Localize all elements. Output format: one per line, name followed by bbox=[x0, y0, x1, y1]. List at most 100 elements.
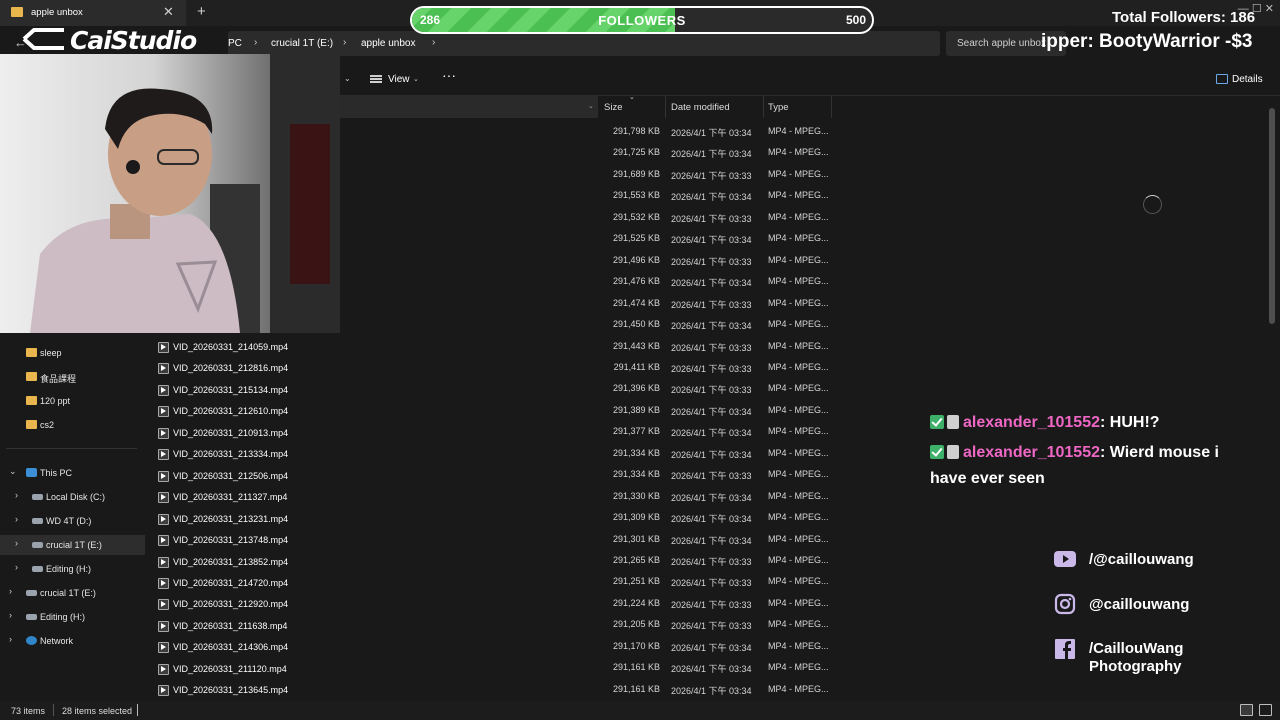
breadcrumb-drive[interactable]: crucial 1T (E:) bbox=[271, 38, 333, 49]
new-tab-button[interactable]: + bbox=[197, 3, 206, 20]
sidebar-item-cs2[interactable]: cs2 bbox=[0, 415, 145, 435]
column-divider[interactable] bbox=[665, 96, 666, 118]
breadcrumb[interactable]: PC › crucial 1T (E:) › apple unbox › bbox=[228, 31, 940, 56]
file-size: 291,798 KB bbox=[612, 126, 660, 136]
column-type-header[interactable]: Type bbox=[768, 102, 789, 113]
file-row-details[interactable]: 291,265 KB 2026/4/1 下午 03:33 MP4 - MPEG... bbox=[600, 550, 832, 571]
file-name: VID_20260331_212506.mp4 bbox=[173, 470, 289, 481]
file-row-details[interactable]: 291,251 KB 2026/4/1 下午 03:33 MP4 - MPEG... bbox=[600, 571, 832, 592]
details-view-icon[interactable] bbox=[1240, 704, 1253, 716]
file-row-details[interactable]: 291,309 KB 2026/4/1 下午 03:34 MP4 - MPEG... bbox=[600, 507, 832, 528]
file-name: VID_20260331_213852.mp4 bbox=[173, 556, 289, 567]
expand-chevron-icon[interactable]: › bbox=[9, 634, 12, 644]
expand-chevron-icon[interactable]: › bbox=[15, 562, 18, 572]
file-row-details[interactable]: 291,389 KB 2026/4/1 下午 03:34 MP4 - MPEG... bbox=[600, 400, 832, 421]
file-row-details[interactable]: 291,450 KB 2026/4/1 下午 03:34 MP4 - MPEG... bbox=[600, 314, 832, 335]
file-row-details[interactable]: 291,161 KB 2026/4/1 下午 03:34 MP4 - MPEG... bbox=[600, 657, 832, 678]
sidebar-item-this-pc[interactable]: ⌄ This PC bbox=[0, 463, 145, 483]
navigation-pane: sleep 食品課程 120 ppt cs2 ⌄ This PC › Local… bbox=[0, 333, 145, 700]
file-row-details[interactable]: 291,553 KB 2026/4/1 下午 03:34 MP4 - MPEG... bbox=[600, 185, 832, 206]
file-row[interactable]: VID_20260331_215134.mp4 bbox=[152, 379, 340, 400]
file-row-details[interactable]: 291,798 KB 2026/4/1 下午 03:34 MP4 - MPEG... bbox=[600, 121, 832, 142]
column-name-header[interactable]: ⌄ bbox=[340, 96, 598, 118]
column-size-header[interactable]: Size bbox=[604, 102, 622, 113]
file-row-details[interactable]: 291,334 KB 2026/4/1 下午 03:34 MP4 - MPEG... bbox=[600, 443, 832, 464]
sidebar-item-sleep[interactable]: sleep bbox=[0, 343, 145, 363]
file-row[interactable]: VID_20260331_211120.mp4 bbox=[152, 658, 340, 679]
file-row[interactable]: VID_20260331_210913.mp4 bbox=[152, 422, 340, 443]
collapse-chevron-icon[interactable]: ⌄ bbox=[9, 466, 17, 477]
file-row[interactable]: VID_20260331_211327.mp4 bbox=[152, 486, 340, 507]
breadcrumb-separator-icon[interactable]: › bbox=[432, 37, 435, 48]
file-row-details[interactable]: 291,301 KB 2026/4/1 下午 03:34 MP4 - MPEG... bbox=[600, 529, 832, 550]
file-row[interactable]: VID_20260331_213334.mp4 bbox=[152, 443, 340, 464]
file-row-details[interactable]: 291,170 KB 2026/4/1 下午 03:34 MP4 - MPEG... bbox=[600, 636, 832, 657]
file-row[interactable]: VID_20260331_211638.mp4 bbox=[152, 615, 340, 636]
file-row[interactable]: VID_20260331_213645.mp4 bbox=[152, 679, 340, 700]
video-file-icon bbox=[158, 427, 169, 439]
file-row[interactable]: VID_20260331_214720.mp4 bbox=[152, 572, 340, 593]
file-row[interactable]: VID_20260331_212816.mp4 bbox=[152, 357, 340, 378]
sidebar-item-crucial-1t-e[interactable]: › crucial 1T (E:) bbox=[0, 535, 145, 555]
file-row[interactable]: VID_20260331_212506.mp4 bbox=[152, 465, 340, 486]
close-tab-icon[interactable]: ✕ bbox=[163, 4, 174, 20]
file-row-details[interactable]: 291,725 KB 2026/4/1 下午 03:34 MP4 - MPEG... bbox=[600, 142, 832, 163]
expand-chevron-icon[interactable]: › bbox=[9, 586, 12, 596]
file-row-details[interactable]: 291,161 KB 2026/4/1 下午 03:34 MP4 - MPEG... bbox=[600, 679, 832, 700]
sidebar-item-crucial-1t-e-2[interactable]: › crucial 1T (E:) bbox=[0, 583, 145, 603]
expand-chevron-icon[interactable]: › bbox=[15, 538, 18, 548]
sidebar-item-wd-4t-d[interactable]: › WD 4T (D:) bbox=[0, 511, 145, 531]
breadcrumb-separator-icon[interactable]: › bbox=[254, 37, 257, 48]
file-row-details[interactable]: 291,474 KB 2026/4/1 下午 03:33 MP4 - MPEG... bbox=[600, 293, 832, 314]
file-row[interactable]: VID_20260331_213231.mp4 bbox=[152, 508, 340, 529]
file-row-details[interactable]: 291,205 KB 2026/4/1 下午 03:33 MP4 - MPEG... bbox=[600, 614, 832, 635]
chat-username: alexander_101552 bbox=[963, 414, 1100, 431]
sidebar-item-local-disk-c[interactable]: › Local Disk (C:) bbox=[0, 487, 145, 507]
tab-apple-unbox[interactable]: apple unbox ✕ bbox=[0, 0, 186, 26]
chevron-down-icon[interactable]: ⌄ bbox=[344, 74, 351, 83]
file-date-modified: 2026/4/1 下午 03:33 bbox=[671, 385, 752, 396]
video-file-icon bbox=[158, 513, 169, 525]
file-row-details[interactable]: 291,689 KB 2026/4/1 下午 03:33 MP4 - MPEG... bbox=[600, 164, 832, 185]
sidebar-item-editing-h[interactable]: › Editing (H:) bbox=[0, 559, 145, 579]
file-row-details[interactable]: 291,396 KB 2026/4/1 下午 03:33 MP4 - MPEG... bbox=[600, 378, 832, 399]
file-row-details[interactable]: 291,496 KB 2026/4/1 下午 03:33 MP4 - MPEG... bbox=[600, 250, 832, 271]
details-button[interactable]: Details bbox=[1216, 73, 1266, 87]
file-row[interactable]: VID_20260331_214059.mp4 bbox=[152, 336, 340, 357]
sidebar-item-network[interactable]: › Network bbox=[0, 631, 145, 651]
vertical-scrollbar[interactable] bbox=[1269, 108, 1275, 324]
view-button[interactable]: View ⌄ bbox=[370, 70, 426, 90]
sidebar-item-120-ppt[interactable]: 120 ppt bbox=[0, 391, 145, 411]
file-row[interactable]: VID_20260331_214306.mp4 bbox=[152, 636, 340, 657]
tiles-view-icon[interactable] bbox=[1259, 704, 1272, 716]
more-options-button[interactable]: ··· bbox=[442, 67, 456, 83]
file-row-details[interactable]: 291,224 KB 2026/4/1 下午 03:33 MP4 - MPEG... bbox=[600, 593, 832, 614]
file-row[interactable]: VID_20260331_213852.mp4 bbox=[152, 551, 340, 572]
folder-icon bbox=[11, 7, 23, 17]
column-date-header[interactable]: Date modified bbox=[671, 102, 730, 113]
sidebar-item-editing-h-2[interactable]: › Editing (H:) bbox=[0, 607, 145, 627]
moderator-badge-icon bbox=[947, 445, 959, 459]
expand-chevron-icon[interactable]: › bbox=[15, 490, 18, 500]
file-row-details[interactable]: 291,330 KB 2026/4/1 下午 03:34 MP4 - MPEG... bbox=[600, 486, 832, 507]
file-row-details[interactable]: 291,377 KB 2026/4/1 下午 03:34 MP4 - MPEG... bbox=[600, 421, 832, 442]
network-icon bbox=[26, 636, 37, 645]
breadcrumb-separator-icon[interactable]: › bbox=[343, 37, 346, 48]
file-row[interactable]: VID_20260331_213748.mp4 bbox=[152, 529, 340, 550]
file-row-details[interactable]: 291,411 KB 2026/4/1 下午 03:33 MP4 - MPEG... bbox=[600, 357, 832, 378]
file-row[interactable]: VID_20260331_212610.mp4 bbox=[152, 400, 340, 421]
sidebar-item-food-course[interactable]: 食品課程 bbox=[0, 367, 145, 387]
expand-chevron-icon[interactable]: › bbox=[9, 610, 12, 620]
file-row-details[interactable]: 291,476 KB 2026/4/1 下午 03:34 MP4 - MPEG... bbox=[600, 271, 832, 292]
file-row-details[interactable]: 291,532 KB 2026/4/1 下午 03:33 MP4 - MPEG... bbox=[600, 207, 832, 228]
expand-chevron-icon[interactable]: › bbox=[15, 514, 18, 524]
file-row-details[interactable]: 291,525 KB 2026/4/1 下午 03:34 MP4 - MPEG... bbox=[600, 228, 832, 249]
column-divider[interactable] bbox=[763, 96, 764, 118]
file-name: VID_20260331_213748.mp4 bbox=[173, 535, 289, 546]
chevron-down-icon[interactable]: ⌄ bbox=[588, 102, 594, 110]
file-row-details[interactable]: 291,443 KB 2026/4/1 下午 03:33 MP4 - MPEG... bbox=[600, 336, 832, 357]
breadcrumb-folder[interactable]: apple unbox bbox=[361, 38, 416, 49]
file-row-details[interactable]: 291,334 KB 2026/4/1 下午 03:33 MP4 - MPEG... bbox=[600, 464, 832, 485]
file-row[interactable]: VID_20260331_212920.mp4 bbox=[152, 593, 340, 614]
column-divider[interactable] bbox=[831, 96, 832, 118]
